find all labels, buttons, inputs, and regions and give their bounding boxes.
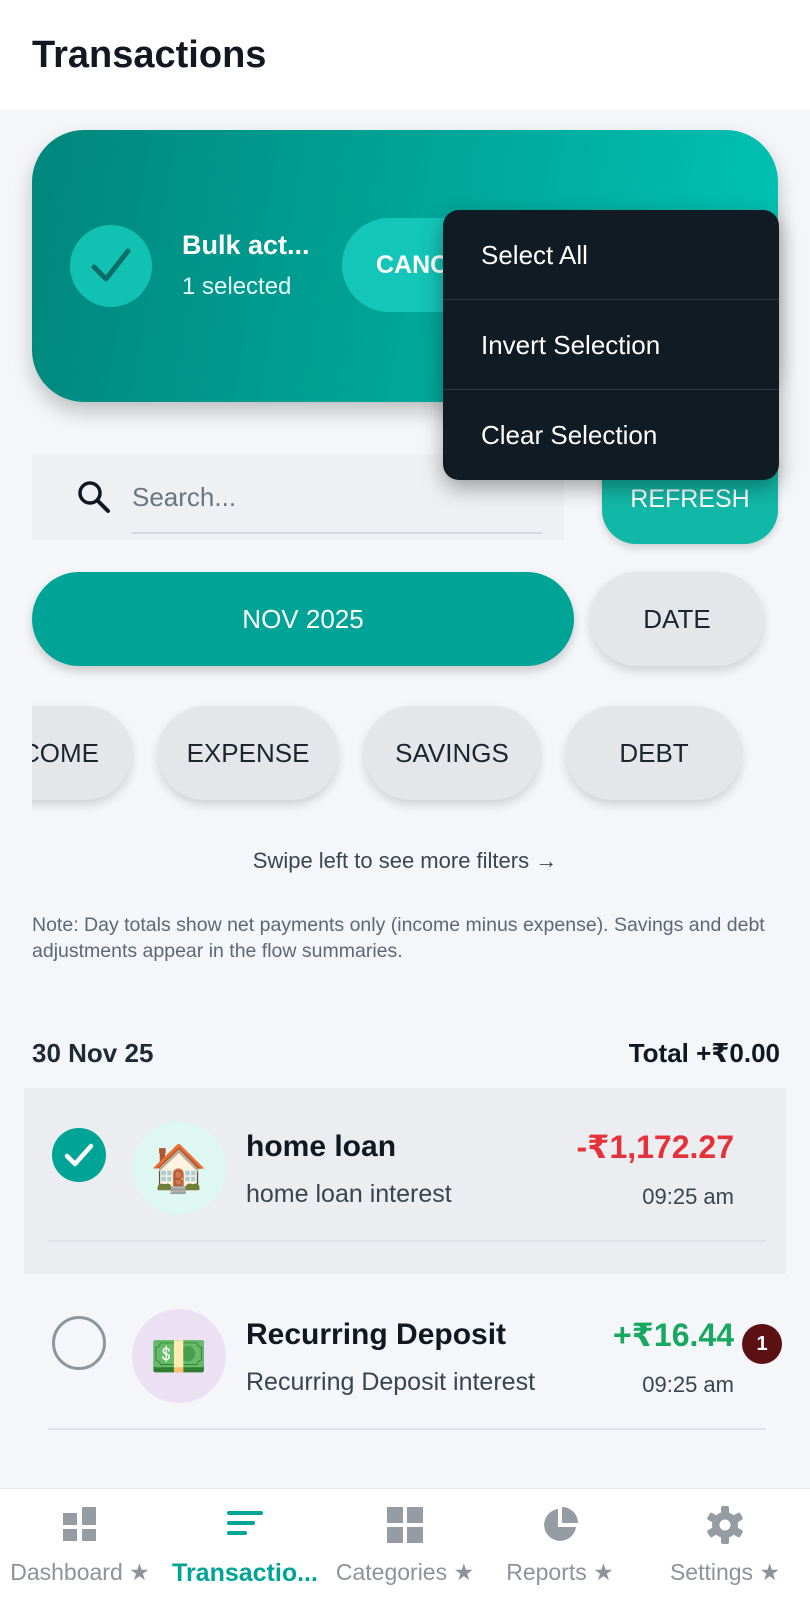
categories-icon	[387, 1507, 423, 1543]
nav-item-reports[interactable]: Reports ★	[480, 1489, 640, 1600]
nav-label: Settings ★	[669, 1559, 781, 1585]
day-totals-note: Note: Day totals show net payments only …	[32, 914, 765, 962]
nav-item-transactions[interactable]: Transactio...	[160, 1489, 330, 1600]
filter-chip-expense[interactable]: EXPENSE	[158, 706, 338, 800]
filter-chip-savings[interactable]: SAVINGS	[364, 706, 540, 800]
money-icon: 💵	[132, 1309, 226, 1403]
bulk-check-icon	[70, 225, 152, 307]
bulk-title: Bulk act...	[182, 230, 310, 260]
transaction-title: home loan	[246, 1130, 397, 1163]
transaction-time: 09:25 am	[642, 1372, 734, 1397]
row-divider	[48, 1428, 766, 1430]
selection-menu: Select All Invert Selection Clear Select…	[443, 210, 779, 480]
page-title: Transactions	[32, 34, 267, 76]
app-bar: Transactions	[0, 0, 810, 110]
nav-item-categories[interactable]: Categories ★	[330, 1489, 480, 1600]
row-checkbox-unchecked[interactable]	[52, 1316, 106, 1370]
filter-chip-income[interactable]: INCOME	[32, 706, 132, 800]
notification-badge: 1	[742, 1324, 782, 1364]
filter-chip-row[interactable]: INCOME EXPENSE SAVINGS DEBT	[32, 698, 778, 818]
month-selector-button[interactable]: NOV 2025	[32, 572, 574, 666]
bottom-navigation: Dashboard ★ Transactio... Categories ★ R…	[0, 1488, 810, 1600]
reports-icon	[544, 1507, 578, 1541]
nav-label: Transactio...	[172, 1559, 318, 1587]
nav-item-dashboard[interactable]: Dashboard ★	[0, 1489, 160, 1600]
menu-item-select-all[interactable]: Select All	[443, 210, 779, 300]
dashboard-icon	[63, 1507, 96, 1541]
row-divider	[48, 1240, 766, 1242]
date-sort-button[interactable]: DATE	[590, 572, 764, 666]
transactions-icon	[227, 1511, 263, 1535]
transaction-title: Recurring Deposit	[246, 1318, 507, 1351]
transaction-row[interactable]: 🏠 home loan home loan interest -₹1,172.2…	[24, 1088, 786, 1274]
transaction-time: 09:25 am	[642, 1184, 734, 1209]
transaction-amount: +₹16.44	[612, 1317, 734, 1353]
house-icon: 🏠	[132, 1121, 226, 1215]
search-icon	[78, 481, 110, 513]
row-checkbox-checked[interactable]	[52, 1128, 106, 1182]
selected-count: 1 selected	[182, 273, 292, 300]
nav-label: Dashboard ★	[10, 1559, 150, 1585]
nav-item-settings[interactable]: Settings ★	[640, 1489, 810, 1600]
nav-label: Categories ★	[335, 1559, 475, 1585]
menu-item-invert-selection[interactable]: Invert Selection	[443, 300, 779, 390]
transaction-amount: -₹1,172.27	[576, 1129, 734, 1165]
transaction-subtitle: home loan interest	[246, 1180, 452, 1208]
transaction-row[interactable]: 💵 Recurring Deposit Recurring Deposit in…	[24, 1276, 786, 1462]
transaction-subtitle: Recurring Deposit interest	[246, 1368, 536, 1396]
menu-item-clear-selection[interactable]: Clear Selection	[443, 390, 779, 480]
swipe-hint: Swipe left to see more filters →	[252, 848, 558, 873]
nav-label: Reports ★	[506, 1559, 614, 1585]
settings-icon	[707, 1506, 743, 1544]
day-header-total: Total +₹0.00	[628, 1038, 780, 1068]
filter-chip-debt[interactable]: DEBT	[566, 706, 742, 800]
day-header-date: 30 Nov 25	[32, 1038, 154, 1068]
